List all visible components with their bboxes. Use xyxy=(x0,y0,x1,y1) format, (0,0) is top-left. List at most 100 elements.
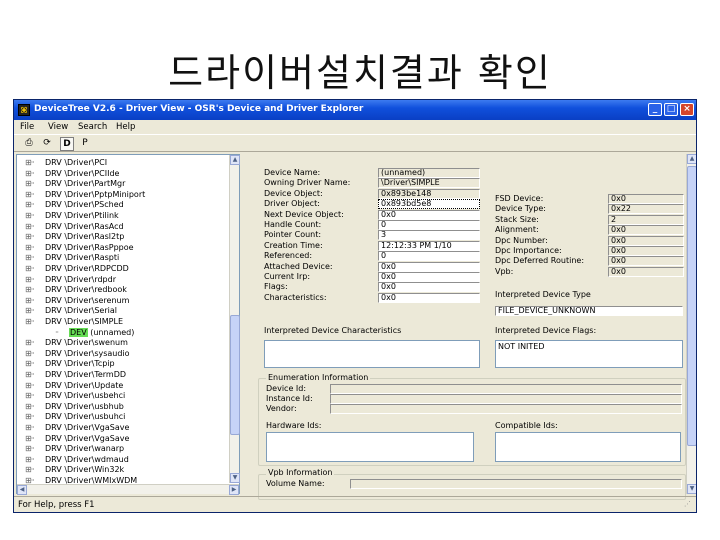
refresh-icon[interactable]: ⟳ xyxy=(40,137,54,151)
tree-branch-icon[interactable]: ⊞·· xyxy=(25,337,35,348)
interp-device-type-value[interactable]: FILE_DEVICE_UNKNOWN xyxy=(495,306,683,316)
tree-branch-icon[interactable]: ⊞·· xyxy=(25,305,35,316)
tree-node[interactable]: ⊞·· DRV \Driver\usbhub xyxy=(17,401,229,412)
field-value[interactable]: 0x0 xyxy=(608,235,684,246)
tree-branch-icon[interactable]: ⊞·· xyxy=(25,284,35,295)
field-value[interactable]: 3 xyxy=(378,230,480,241)
details-scroll-up-icon[interactable]: ▲ xyxy=(687,154,696,164)
field-value[interactable]: 0 xyxy=(378,251,480,262)
field-value[interactable] xyxy=(350,479,682,489)
tree-branch-icon[interactable]: ⊞·· xyxy=(25,422,35,433)
interp-flags-box[interactable]: NOT INITED xyxy=(495,340,683,368)
tree-branch-icon[interactable]: ⊞·· xyxy=(25,390,35,401)
field-value[interactable]: 0x893be148 xyxy=(378,188,480,199)
field-value[interactable]: 0x0 xyxy=(378,282,480,293)
details-scroll-down-icon[interactable]: ▼ xyxy=(687,484,696,494)
tree-branch-icon[interactable]: ⊞·· xyxy=(25,433,35,444)
tree-node[interactable]: ⊞·· DRV \Driver\usbehci xyxy=(17,390,229,401)
field-value[interactable]: 0x893bd5e8 xyxy=(378,199,480,210)
tree-branch-icon[interactable]: ·· xyxy=(55,327,59,338)
tree-vertical-scrollbar[interactable]: ▲ ▼ xyxy=(229,155,240,483)
tree-branch-icon[interactable]: ⊞·· xyxy=(25,199,35,210)
tree-branch-icon[interactable]: ⊞·· xyxy=(25,178,35,189)
field-value[interactable] xyxy=(330,394,682,404)
tree-node[interactable]: ⊞·· DRV \Driver\usbuhci xyxy=(17,411,229,422)
details-vertical-scrollbar[interactable]: ▲ ▼ xyxy=(686,154,696,494)
tree-node[interactable]: ⊞·· DRV \Driver\sysaudio xyxy=(17,348,229,359)
window-titlebar[interactable]: ⌘ DeviceTree V2.6 - Driver View - OSR's … xyxy=(14,100,696,120)
tree-node[interactable]: ⊞·· DRV \Driver\wdmaud xyxy=(17,454,229,465)
tree-branch-icon[interactable]: ⊞·· xyxy=(25,168,35,179)
field-value[interactable]: 0x0 xyxy=(608,256,684,267)
interp-characteristics-box[interactable] xyxy=(264,340,480,368)
tree-node[interactable]: ⊞·· DRV \Driver\serenum xyxy=(17,295,229,306)
field-value[interactable] xyxy=(330,384,682,394)
pnp-view-button[interactable]: P xyxy=(78,137,92,151)
tree-branch-icon[interactable]: ⊞·· xyxy=(25,316,35,327)
app-icon[interactable]: ⌘ xyxy=(18,104,30,116)
tree-node[interactable]: ⊞·· DRV \Driver\redbook xyxy=(17,284,229,295)
tree-branch-icon[interactable]: ⊞·· xyxy=(25,263,35,274)
tree-branch-icon[interactable]: ⊞·· xyxy=(25,242,35,253)
tree-node[interactable]: ⊞·· DRV \Driver\VgaSave xyxy=(17,433,229,444)
tree-node[interactable]: ⊞·· DRV \Driver\RasAcd xyxy=(17,221,229,232)
scroll-down-icon[interactable]: ▼ xyxy=(230,473,240,483)
tree-node[interactable]: ⊞·· DRV \Driver\PSched xyxy=(17,199,229,210)
compatible-ids-box[interactable] xyxy=(495,432,681,462)
tree-node[interactable]: ⊞·· DRV \Driver\RDPCDD xyxy=(17,263,229,274)
tree-branch-icon[interactable]: ⊞·· xyxy=(25,411,35,422)
tree-node[interactable]: ⊞·· DRV \Driver\Serial xyxy=(17,305,229,316)
tree-branch-icon[interactable]: ⊞·· xyxy=(25,401,35,412)
tree-branch-icon[interactable]: ⊞·· xyxy=(25,454,35,465)
tree-branch-icon[interactable]: ⊞·· xyxy=(25,380,35,391)
scroll-up-icon[interactable]: ▲ xyxy=(230,155,240,165)
minimize-icon[interactable]: _ xyxy=(648,103,662,116)
field-value[interactable]: 0x0 xyxy=(378,261,480,272)
field-value[interactable]: 0x22 xyxy=(608,204,684,215)
tree-node[interactable]: ⊞·· DRV \Driver\PartMgr xyxy=(17,178,229,189)
field-value[interactable]: 0x0 xyxy=(608,194,684,204)
field-value[interactable]: 0x0 xyxy=(608,246,684,256)
driver-view-button[interactable]: D xyxy=(60,137,74,151)
tree-branch-icon[interactable]: ⊞·· xyxy=(25,358,35,369)
tree-node[interactable]: ⊞·· DRV \Driver\PCIIde xyxy=(17,168,229,179)
tree-node[interactable]: ⊞·· DRV \Driver\PCI xyxy=(17,157,229,168)
tree-node[interactable]: ⊞·· DRV \Driver\SIMPLE xyxy=(17,316,229,327)
menu-view[interactable]: View xyxy=(48,122,68,132)
scroll-left-icon[interactable]: ◀ xyxy=(17,485,27,495)
print-icon[interactable]: ⎙ xyxy=(22,137,36,151)
tree-node[interactable]: ⊞·· DRV \Driver\Tcpip xyxy=(17,358,229,369)
tree-node[interactable]: ⊞·· DRV \Driver\RasPppoe xyxy=(17,242,229,253)
tree-branch-icon[interactable]: ⊞·· xyxy=(25,157,35,168)
tree-node[interactable]: ⊞·· DRV \Driver\swenum xyxy=(17,337,229,348)
scroll-thumb[interactable] xyxy=(230,315,240,435)
tree-node[interactable]: ⊞·· DRV \Driver\rdpdr xyxy=(17,274,229,285)
tree-branch-icon[interactable]: ⊞·· xyxy=(25,295,35,306)
tree-node[interactable]: ·· DEV (unnamed) xyxy=(17,327,229,338)
tree-node[interactable]: ⊞·· DRV \Driver\TermDD xyxy=(17,369,229,380)
tree-branch-icon[interactable]: ⊞·· xyxy=(25,221,35,232)
field-value[interactable] xyxy=(330,404,682,414)
field-value[interactable]: 12:12:33 PM 1/10 xyxy=(378,240,480,251)
tree-node[interactable]: ⊞·· DRV \Driver\Ptilink xyxy=(17,210,229,221)
tree-node[interactable]: ⊞·· DRV \Driver\PptpMiniport xyxy=(17,189,229,200)
field-value[interactable]: 0x0 xyxy=(378,272,480,282)
driver-tree[interactable]: ⊞·· DRV \Driver\PCI ⊞·· DRV \Driver\PCIIde ⊞… xyxy=(16,154,240,494)
tree-branch-icon[interactable]: ⊞·· xyxy=(25,189,35,200)
tree-node[interactable]: ⊞·· DRV \Driver\Update xyxy=(17,380,229,391)
tree-branch-icon[interactable]: ⊞·· xyxy=(25,252,35,263)
field-value[interactable]: 0x0 xyxy=(608,225,684,236)
scroll-right-icon[interactable]: ▶ xyxy=(229,485,239,495)
tree-branch-icon[interactable]: ⊞·· xyxy=(25,348,35,359)
resize-grip-icon[interactable]: ⋰ xyxy=(684,500,694,510)
tree-branch-icon[interactable]: ⊞·· xyxy=(25,274,35,285)
field-value[interactable]: 0x0 xyxy=(378,292,480,303)
menu-help[interactable]: Help xyxy=(116,122,135,132)
details-scroll-thumb[interactable] xyxy=(687,166,696,446)
field-value[interactable]: 0x0 xyxy=(608,266,684,277)
tree-node[interactable]: ⊞·· DRV \Driver\VgaSave xyxy=(17,422,229,433)
field-value[interactable]: 0 xyxy=(378,220,480,230)
menu-file[interactable]: File xyxy=(20,122,34,132)
field-value[interactable]: 2 xyxy=(608,214,684,225)
tree-horizontal-scrollbar[interactable]: ◀ ▶ xyxy=(17,484,239,495)
